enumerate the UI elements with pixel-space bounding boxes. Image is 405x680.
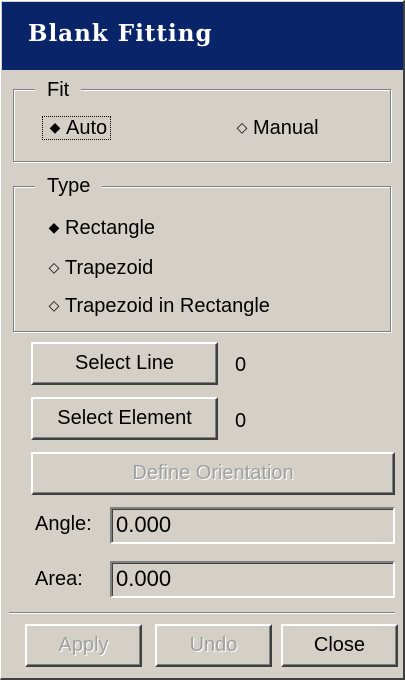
type-trapezoid-radio[interactable]: ◇ Trapezoid — [47, 255, 154, 282]
close-button[interactable]: Close — [281, 624, 398, 667]
footer-separator — [9, 612, 395, 614]
radio-selected-icon: ◆ — [49, 119, 61, 135]
type-trapezoid-in-rectangle-label: Trapezoid in Rectangle — [65, 295, 270, 317]
blank-fitting-window: Blank Fitting Fit ◆ Auto ◇ Manual Type ◆ Re… — [0, 0, 405, 680]
select-line-button[interactable]: Select Line — [31, 342, 218, 385]
area-label: Area: — [35, 568, 83, 590]
angle-label: Angle: — [35, 513, 92, 535]
define-orientation-button[interactable]: Define Orientation — [31, 452, 395, 495]
select-element-count: 0 — [235, 410, 247, 432]
select-line-count: 0 — [235, 354, 247, 376]
radio-unselected-icon: ◇ — [48, 297, 60, 313]
angle-field[interactable]: 0.000 — [110, 507, 395, 544]
apply-button[interactable]: Apply — [25, 624, 142, 667]
type-trapezoid-label: Trapezoid — [65, 257, 154, 279]
area-field[interactable]: 0.000 — [110, 561, 395, 598]
type-trapezoid-in-rectangle-radio[interactable]: ◇ Trapezoid in Rectangle — [47, 293, 270, 320]
radio-unselected-icon: ◇ — [236, 119, 248, 135]
fit-auto-radio[interactable]: ◆ Auto — [42, 115, 112, 142]
window-title: Blank Fitting — [2, 2, 403, 70]
type-rectangle-radio[interactable]: ◆ Rectangle — [47, 215, 155, 242]
fit-auto-label: Auto — [66, 117, 108, 139]
type-group-legend: Type — [35, 175, 103, 197]
radio-unselected-icon: ◇ — [48, 259, 60, 275]
select-element-button[interactable]: Select Element — [31, 397, 218, 440]
type-rectangle-label: Rectangle — [65, 217, 156, 239]
radio-selected-icon: ◆ — [48, 219, 60, 235]
fit-manual-label: Manual — [253, 117, 319, 139]
fit-group-legend: Fit — [35, 79, 82, 101]
main-panel: Fit ◆ Auto ◇ Manual Type ◆ Rectangle ◇ Trape… — [9, 73, 395, 649]
undo-button[interactable]: Undo — [155, 624, 272, 667]
fit-manual-radio[interactable]: ◇ Manual — [235, 115, 319, 142]
